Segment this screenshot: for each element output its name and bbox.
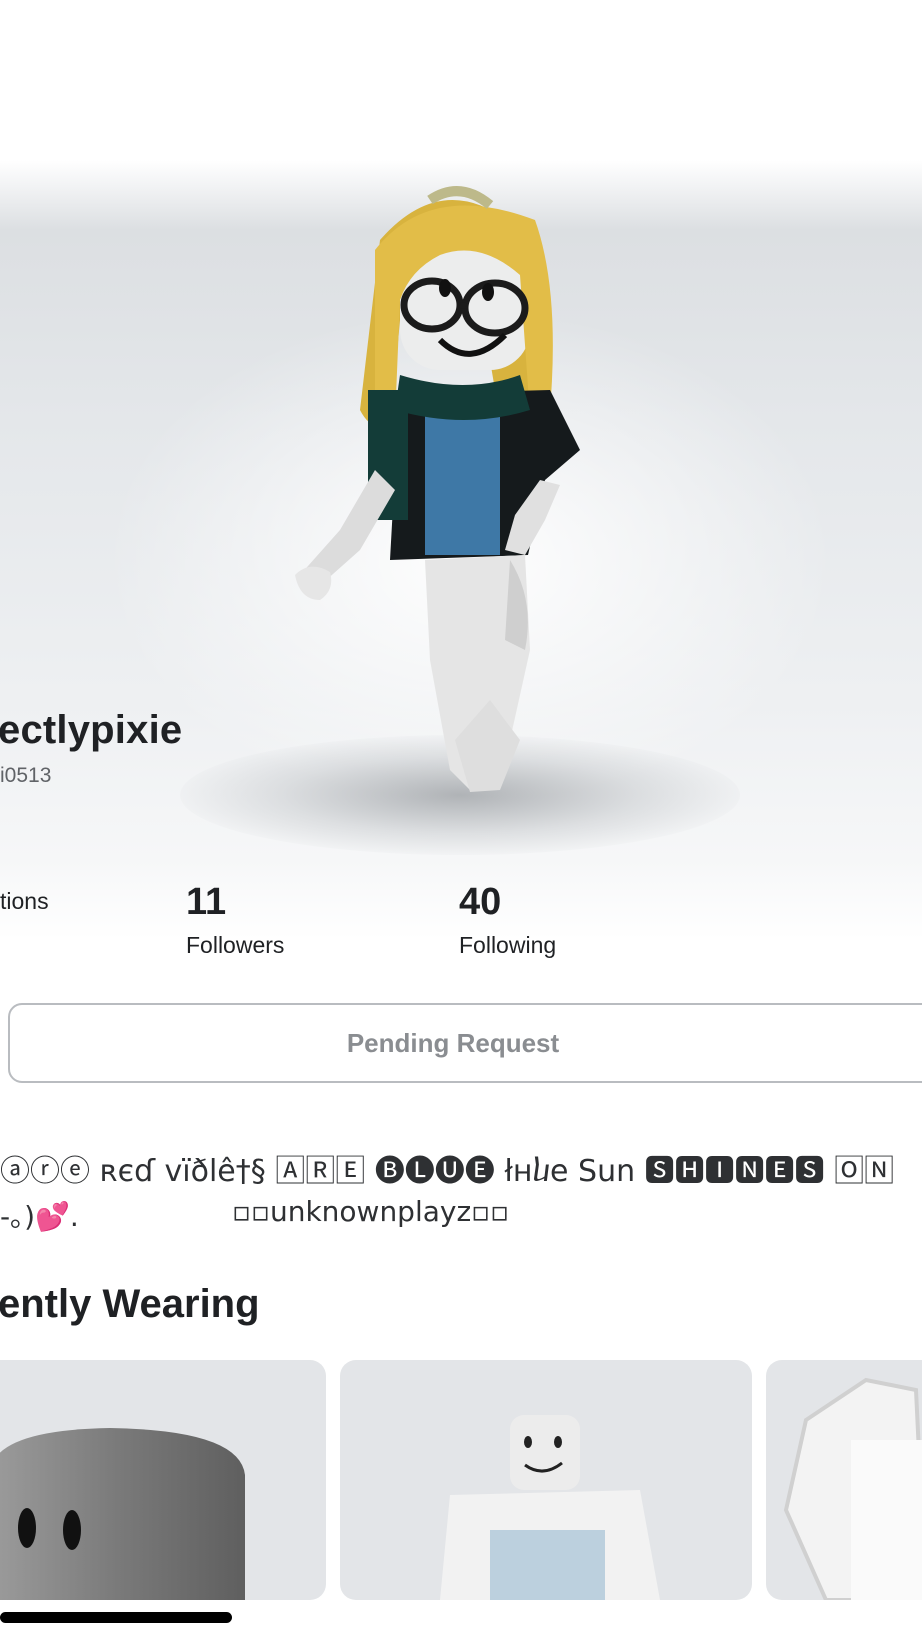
avatar-stage: [0, 0, 922, 940]
pending-request-label: Pending Request: [346, 1027, 560, 1058]
stat-followers[interactable]: 11 Followers: [186, 880, 284, 960]
username: i0513: [0, 764, 52, 787]
stat-label: Following: [459, 932, 557, 958]
home-indicator[interactable]: [0, 1612, 232, 1623]
shirt-item-icon: [783, 1377, 922, 1600]
currently-wearing-title: ently Wearing: [0, 1282, 260, 1326]
bio-line-2-left: -｡)💕.: [0, 1200, 79, 1233]
avatar-3d-icon[interactable]: [280, 180, 640, 830]
avatar-bundle-icon: [440, 1415, 660, 1600]
bio-line-1: ⓐⓡⓔ ʀєɗ vïðlê†§ 🄰🅁🄴 🅑🅛🅤🅔 łнⴑe Sun 🆂🅷🅸🅽🅴🆂…: [0, 1154, 895, 1189]
wearing-item-card[interactable]: [0, 1360, 326, 1600]
stat-count: 11: [186, 881, 227, 923]
stat-count: 40: [459, 881, 502, 923]
bio-line-2-right: ▫▫unknownplayz▫▫: [232, 1195, 510, 1228]
stat-label: Followers: [186, 932, 285, 958]
stat-following[interactable]: 40 Following: [459, 880, 556, 960]
display-name: ectlypixie: [0, 708, 183, 752]
wearing-item-card[interactable]: [766, 1360, 922, 1600]
profile-page: ectlypixie i0513 tions 11 Followers 40 F…: [0, 0, 922, 1640]
head-item-icon: [0, 1428, 245, 1600]
stat-connections[interactable]: tions: [0, 880, 49, 916]
stat-label: tions: [0, 888, 49, 914]
wearing-item-card[interactable]: [340, 1360, 752, 1600]
pending-request-button[interactable]: Pending Request: [8, 1003, 922, 1083]
